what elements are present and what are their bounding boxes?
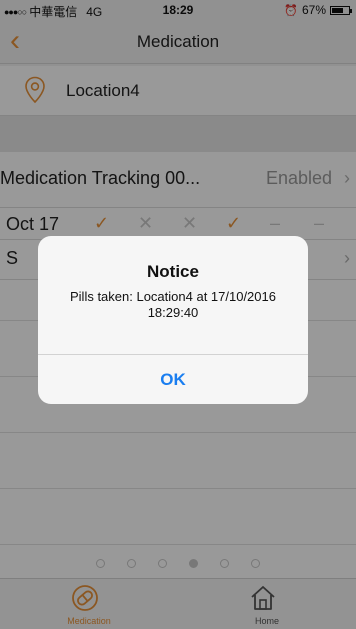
- notice-alert: Notice Pills taken: Location4 at 17/10/2…: [38, 236, 308, 404]
- alert-title: Notice: [147, 262, 199, 281]
- alert-ok-button[interactable]: OK: [38, 355, 308, 404]
- alert-message: Pills taken: Location4 at 17/10/2016 18:…: [70, 289, 276, 320]
- app-screen: ●●●○○ 中華電信 4G 18:29 ⏰ 67% ‹ Medication L…: [0, 0, 356, 629]
